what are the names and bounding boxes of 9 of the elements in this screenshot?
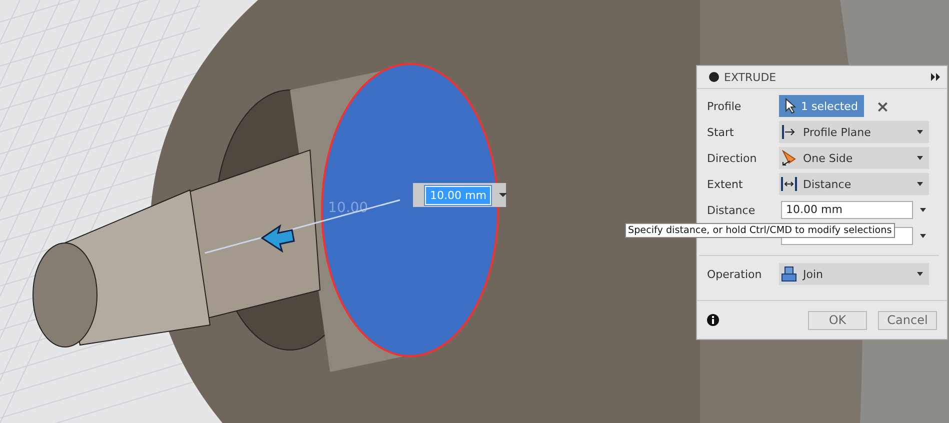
dialog-title: EXTRUDE bbox=[724, 70, 778, 84]
distance-tooltip: Specify distance, or hold Ctrl/CMD to modify selections bbox=[625, 223, 895, 238]
field-label: Distance bbox=[707, 204, 756, 216]
field-label: Direction bbox=[707, 152, 758, 164]
field-label: Operation bbox=[707, 268, 763, 280]
field-label: Profile bbox=[707, 100, 742, 112]
field-label: Extent bbox=[707, 178, 744, 190]
dimension-label: 10.00 bbox=[328, 200, 368, 216]
field-label: Start bbox=[707, 126, 735, 138]
